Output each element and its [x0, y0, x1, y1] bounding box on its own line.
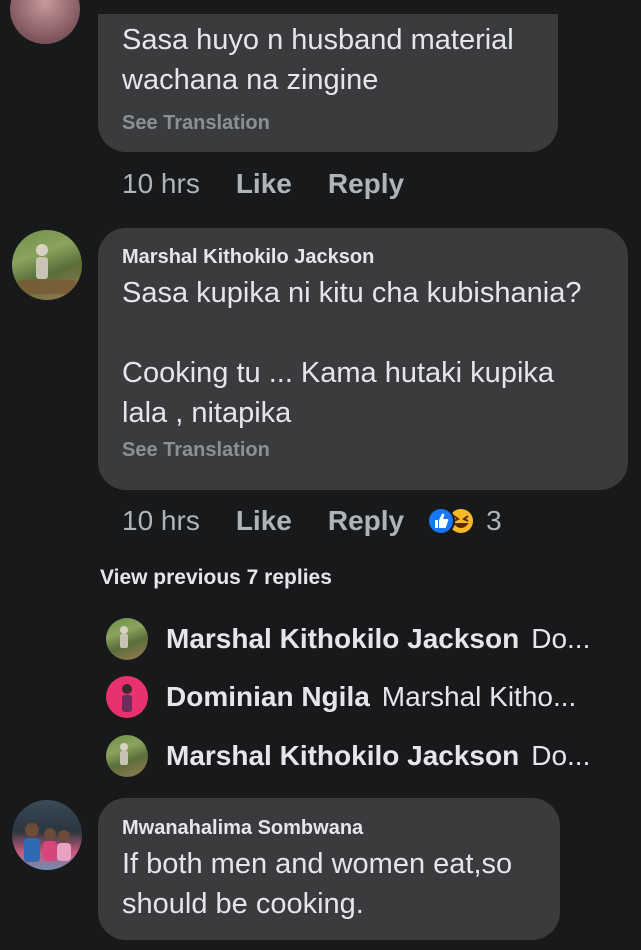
reply-button[interactable]: Reply — [328, 168, 404, 200]
reply-preview-row[interactable]: Marshal Kithokilo Jackson Do... — [106, 735, 626, 777]
comment-author[interactable]: Mwanahalima Sombwana — [122, 798, 536, 840]
person-figure-icon — [18, 244, 76, 294]
like-haha-reaction-icon — [427, 507, 476, 535]
comment-text: Sasa huyo n husband material wachana na … — [122, 24, 514, 96]
see-translation-link[interactable]: See Translation — [122, 110, 534, 136]
reply-author[interactable]: Dominian Ngila — [166, 681, 370, 712]
person-figure-icon — [120, 626, 128, 648]
comment-time[interactable]: 10 hrs — [122, 168, 200, 200]
avatar[interactable] — [12, 230, 82, 300]
reply-preview-text: Marshal Kithokilo Jackson Do... — [166, 740, 590, 772]
reply-snippet: Do... — [531, 740, 591, 771]
reaction-count: 3 — [486, 505, 502, 536]
reply-button[interactable]: Reply — [328, 505, 404, 537]
reply-author[interactable]: Marshal Kithokilo Jackson — [166, 623, 519, 654]
avatar[interactable] — [10, 0, 80, 44]
avatar[interactable] — [106, 735, 148, 777]
reply-preview-text: Dominian Ngila Marshal Kitho... — [166, 681, 576, 713]
like-button[interactable]: Like — [236, 168, 292, 200]
avatar[interactable] — [12, 800, 82, 870]
reply-snippet: Do... — [531, 623, 591, 654]
comment-author[interactable]: Marshal Kithokilo Jackson — [122, 228, 604, 269]
comment-text: Sasa kupika ni kitu cha kubishania? Cook… — [122, 277, 582, 429]
reply-snippet: Marshal Kitho... — [381, 681, 577, 712]
person-figure-icon — [122, 684, 132, 712]
comment-bubble: Mwanahalima Sombwana If both men and wom… — [98, 798, 560, 940]
reactions[interactable]: 3 — [426, 505, 502, 537]
avatar[interactable] — [106, 676, 148, 718]
reply-author[interactable]: Marshal Kithokilo Jackson — [166, 740, 519, 771]
reply-preview-text: Marshal Kithokilo Jackson Do... — [166, 623, 590, 655]
view-previous-replies-link[interactable]: View previous 7 replies — [100, 566, 332, 590]
avatar[interactable] — [106, 618, 148, 660]
comment-bubble: Sasa huyo n husband material wachana na … — [98, 14, 558, 152]
comment-time[interactable]: 10 hrs — [122, 505, 200, 537]
comment-text: If both men and women eat,so should be c… — [122, 848, 513, 920]
see-translation-link[interactable]: See Translation — [122, 437, 604, 463]
reply-preview-row[interactable]: Marshal Kithokilo Jackson Do... — [106, 618, 626, 660]
comment-actions: 10 hrs Like Reply — [122, 164, 404, 204]
comment-bubble: Marshal Kithokilo Jackson Sasa kupika ni… — [98, 228, 628, 490]
comment-actions: 10 hrs Like Reply 3 — [122, 501, 502, 541]
like-button[interactable]: Like — [236, 505, 292, 537]
person-figure-icon — [120, 743, 128, 765]
family-photo-icon — [24, 823, 71, 862]
reply-preview-row[interactable]: Dominian Ngila Marshal Kitho... — [106, 676, 626, 718]
